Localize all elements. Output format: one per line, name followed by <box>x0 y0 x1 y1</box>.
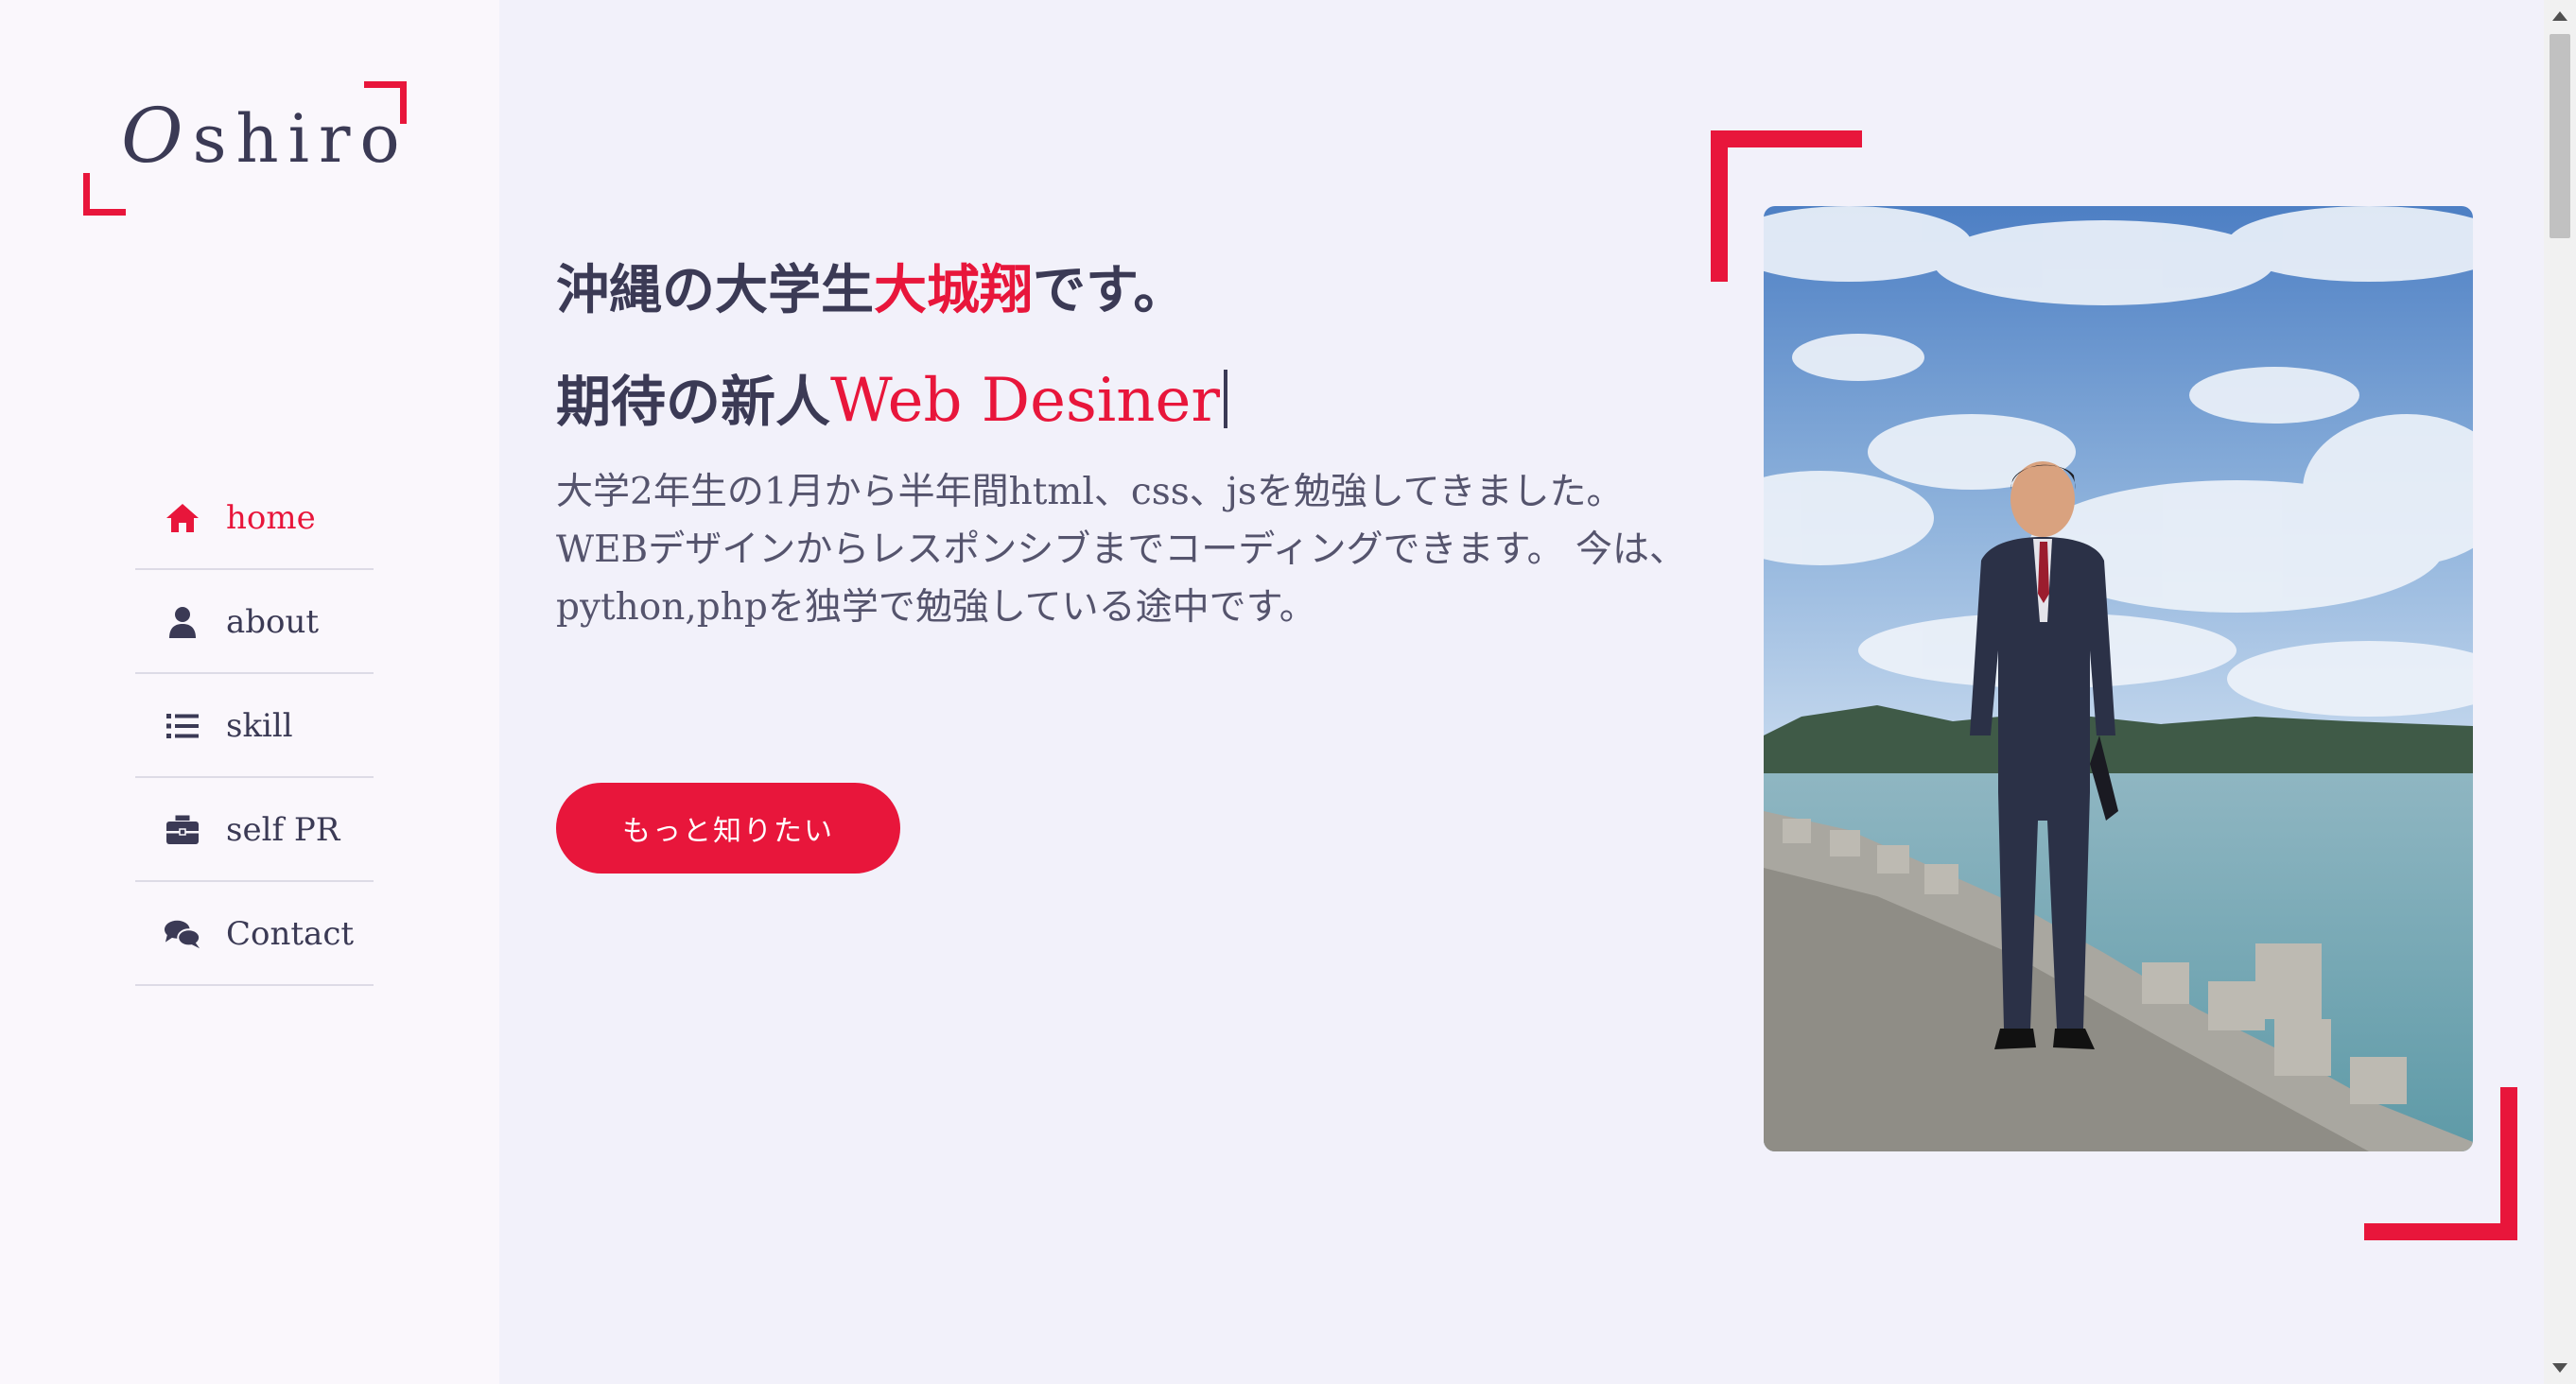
nav-label-home: home <box>226 499 316 537</box>
list-icon <box>164 707 201 745</box>
scroll-down-arrow-icon[interactable] <box>2552 1363 2567 1373</box>
comments-icon <box>164 915 201 953</box>
role-typed-text: Web Desiner <box>830 366 1220 436</box>
nav-label-about: about <box>226 603 320 641</box>
nav-label-skill: skill <box>226 707 293 745</box>
profile-photo <box>1764 206 2473 1151</box>
hero-description: 大学2年生の1月から半年間html、css、jsを勉強してきました。WEBデザイ… <box>556 471 1686 629</box>
nav-item-about[interactable]: about <box>135 572 374 674</box>
headline-suffix: です。 <box>1033 259 1187 321</box>
role-prefix: 期待の新人 <box>556 370 831 434</box>
nav-label-self-pr: self PR <box>226 811 340 849</box>
nav-item-contact[interactable]: Contact <box>135 884 374 986</box>
headline-name: 大城翔 <box>874 259 1033 321</box>
nav-item-home[interactable]: home <box>135 468 374 570</box>
nav-label-contact: Contact <box>226 915 355 953</box>
scroll-thumb[interactable] <box>2550 34 2570 238</box>
hero-headline-role: 期待の新人Web Desiner <box>556 357 1227 437</box>
briefcase-icon <box>164 811 201 849</box>
sidebar: Oshiro home about skill self PR Contact <box>0 0 499 1384</box>
logo-rest: shiro <box>192 100 409 178</box>
typing-caret <box>1223 370 1227 428</box>
user-icon <box>164 603 201 641</box>
nav-item-skill[interactable]: skill <box>135 676 374 778</box>
logo-first-letter: O <box>121 92 193 180</box>
vertical-scrollbar[interactable] <box>2544 0 2576 1384</box>
nav-item-self-pr[interactable]: self PR <box>135 780 374 882</box>
logo-text: Oshiro <box>121 98 409 174</box>
hero-headline-intro: 沖縄の大学生大城翔です。 <box>556 248 1186 324</box>
logo-corner-bottom-left <box>83 173 126 216</box>
headline-prefix: 沖縄の大学生 <box>556 259 874 321</box>
logo[interactable]: Oshiro <box>83 81 407 216</box>
home-icon <box>164 499 201 537</box>
main-nav: home about skill self PR Contact <box>135 468 374 988</box>
learn-more-button[interactable]: もっと知りたい <box>556 783 900 874</box>
scroll-up-arrow-icon[interactable] <box>2552 11 2567 21</box>
